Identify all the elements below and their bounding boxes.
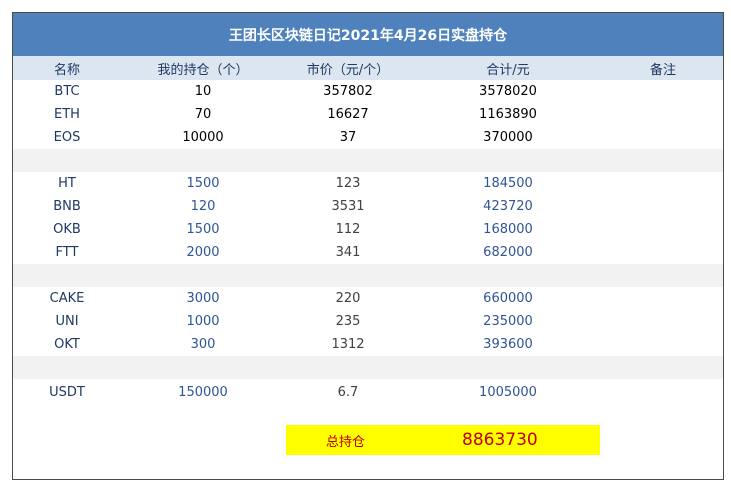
cell-price: 235 xyxy=(335,314,361,329)
table-header: 名称 我的持仓（个） 市价（元/个） 合计/元 备注 xyxy=(13,56,723,80)
table-row: CAKE 3000 220 660000 xyxy=(13,287,723,310)
column-header-total: 合计/元 xyxy=(486,62,530,78)
sheet-title: 王团长区块链日记2021年4月26日实盘持仓 xyxy=(13,13,723,56)
total-holdings-label: 总持仓 xyxy=(326,434,366,450)
cell-price: 16627 xyxy=(327,107,369,122)
holdings-sheet: 王团长区块链日记2021年4月26日实盘持仓 名称 我的持仓（个） 市价（元/个… xyxy=(12,12,724,480)
table-row: EOS 10000 37 370000 xyxy=(13,126,723,149)
total-holdings-value: 8863730 xyxy=(462,430,538,450)
table-row: BNB 120 3531 423720 xyxy=(13,195,723,218)
cell-total: 370000 xyxy=(483,130,533,145)
cell-qty: 120 xyxy=(190,199,216,214)
column-header-qty: 我的持仓（个） xyxy=(157,62,249,78)
cell-price: 6.7 xyxy=(337,385,359,400)
table-row: FTT 2000 341 682000 xyxy=(13,241,723,264)
cell-total: 235000 xyxy=(483,314,533,329)
cell-total: 1005000 xyxy=(479,385,537,400)
cell-name: EOS xyxy=(53,130,81,145)
column-header-name: 名称 xyxy=(53,62,80,78)
cell-total: 423720 xyxy=(483,199,533,214)
cell-total: 1163890 xyxy=(479,107,537,122)
cell-qty: 1500 xyxy=(186,176,220,191)
group-separator xyxy=(13,356,723,379)
cell-qty: 70 xyxy=(194,107,212,122)
cell-qty: 150000 xyxy=(178,385,228,400)
cell-price: 1312 xyxy=(331,337,365,352)
cell-price: 220 xyxy=(335,291,361,306)
cell-name: UNI xyxy=(55,314,79,329)
cell-name: OKT xyxy=(54,337,80,352)
cell-price: 123 xyxy=(335,176,361,191)
table-row: ETH 70 16627 1163890 xyxy=(13,103,723,126)
table-row: BTC 10 357802 3578020 xyxy=(13,80,723,103)
table-row: UNI 1000 235 235000 xyxy=(13,310,723,333)
cell-qty: 3000 xyxy=(186,291,220,306)
column-header-price: 市价（元/个） xyxy=(306,62,390,78)
cell-name: FTT xyxy=(55,245,79,260)
cell-name: BTC xyxy=(54,84,80,99)
cell-qty: 1000 xyxy=(186,314,220,329)
table-row: USDT 150000 6.7 1005000 xyxy=(13,381,723,404)
cell-name: OKB xyxy=(53,222,81,237)
table-row: HT 1500 123 184500 xyxy=(13,172,723,195)
cell-name: USDT xyxy=(49,385,85,400)
cell-total: 682000 xyxy=(483,245,533,260)
table-row: OKT 300 1312 393600 xyxy=(13,333,723,356)
cell-total: 3578020 xyxy=(479,84,537,99)
cell-price: 37 xyxy=(339,130,357,145)
cell-price: 357802 xyxy=(323,84,373,99)
cell-name: ETH xyxy=(54,107,80,122)
group-separator xyxy=(13,264,723,287)
cell-total: 660000 xyxy=(483,291,533,306)
cell-total: 184500 xyxy=(483,176,533,191)
cell-qty: 2000 xyxy=(186,245,220,260)
cell-price: 112 xyxy=(335,222,361,237)
total-holdings-box: 总持仓 8863730 xyxy=(286,425,600,455)
cell-qty: 1500 xyxy=(186,222,220,237)
cell-name: CAKE xyxy=(49,291,85,306)
cell-price: 3531 xyxy=(331,199,365,214)
cell-qty: 10000 xyxy=(182,130,224,145)
group-separator xyxy=(13,149,723,172)
column-header-note: 备注 xyxy=(649,62,676,78)
cell-price: 341 xyxy=(335,245,361,260)
cell-total: 393600 xyxy=(483,337,533,352)
table-row: OKB 1500 112 168000 xyxy=(13,218,723,241)
cell-name: HT xyxy=(58,176,76,191)
cell-qty: 300 xyxy=(190,337,216,352)
cell-total: 168000 xyxy=(483,222,533,237)
cell-name: BNB xyxy=(53,199,81,214)
cell-qty: 10 xyxy=(194,84,212,99)
